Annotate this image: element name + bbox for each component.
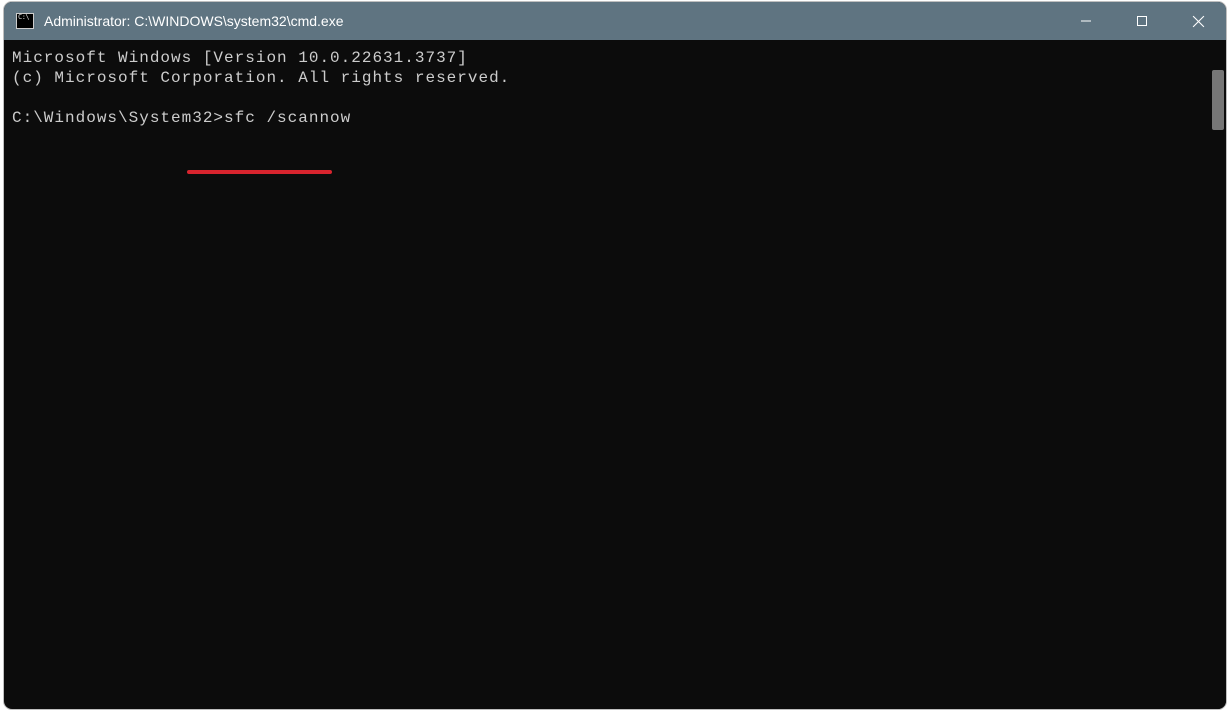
console-output[interactable]: Microsoft Windows [Version 10.0.22631.37… xyxy=(4,40,1208,709)
output-line-copyright: (c) Microsoft Corporation. All rights re… xyxy=(12,69,510,87)
typed-command: sfc /scannow xyxy=(224,109,351,127)
titlebar[interactable]: Administrator: C:\WINDOWS\system32\cmd.e… xyxy=(4,2,1226,40)
prompt-line: C:\Windows\System32>sfc /scannow xyxy=(12,109,351,127)
window-title: Administrator: C:\WINDOWS\system32\cmd.e… xyxy=(44,13,344,29)
maximize-button[interactable] xyxy=(1114,2,1170,40)
minimize-icon xyxy=(1080,15,1092,27)
output-line-version: Microsoft Windows [Version 10.0.22631.37… xyxy=(12,49,468,67)
console-area: Microsoft Windows [Version 10.0.22631.37… xyxy=(4,40,1226,709)
minimize-button[interactable] xyxy=(1058,2,1114,40)
prompt-path: C:\Windows\System32> xyxy=(12,109,224,127)
scrollbar-thumb[interactable] xyxy=(1212,70,1224,130)
maximize-icon xyxy=(1136,15,1148,27)
close-icon xyxy=(1192,15,1205,28)
close-button[interactable] xyxy=(1170,2,1226,40)
vertical-scrollbar[interactable] xyxy=(1208,40,1226,709)
cmd-window: Administrator: C:\WINDOWS\system32\cmd.e… xyxy=(4,2,1226,709)
cmd-icon xyxy=(16,13,34,29)
command-underline-annotation xyxy=(187,170,332,174)
